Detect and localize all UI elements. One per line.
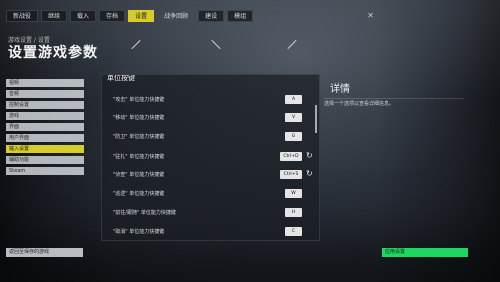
keybind-key-button[interactable]: A — [285, 95, 302, 104]
tab-war-review[interactable]: 战争回顾 — [157, 10, 195, 22]
details-description: 选择一个选项以查看详细信息。 — [324, 101, 395, 107]
keybind-label: "巡逻" 单位能力快捷键 — [113, 191, 165, 197]
keybind-row: "取消" 单位能力快捷键 C — [108, 226, 308, 238]
tab-load[interactable]: 载入 — [70, 10, 97, 22]
scrollbar-thumb[interactable] — [315, 105, 317, 133]
tab-settings[interactable]: 设置 — [128, 10, 155, 22]
section-title: 单位按键 — [107, 74, 135, 82]
keybind-key-button[interactable]: C — [285, 227, 302, 236]
keybind-label: "攻击" 单位能力快捷键 — [113, 97, 165, 103]
keybind-key-button[interactable]: H — [285, 208, 302, 217]
back-button[interactable]: 返回至保存的游戏 — [6, 248, 83, 257]
tab-new-campaign[interactable]: 新战役 — [6, 10, 39, 22]
keybind-label: "驻扎" 单位能力快捷键 — [113, 154, 165, 160]
keybind-row: "防卫" 单位能力快捷键 G — [108, 131, 308, 143]
keybind-key-button[interactable]: V — [285, 113, 302, 122]
details-divider — [324, 98, 464, 99]
keybind-label: "防卫" 单位能力快捷键 — [113, 134, 165, 140]
tab-build[interactable]: 建设 — [198, 10, 225, 22]
keybind-label: "前往/跟随" 单位能力快捷键 — [113, 210, 176, 216]
keybind-row: "攻击" 单位能力快捷键 A — [108, 94, 308, 106]
keybind-key-button[interactable]: W — [285, 189, 302, 198]
sidebar-item-user-interface[interactable]: 用户界面 — [6, 134, 84, 142]
keybind-key-button[interactable]: Ctrl+D — [280, 152, 302, 161]
reset-icon[interactable]: ↻ — [306, 151, 313, 160]
keybind-key-button[interactable]: G — [285, 132, 302, 141]
sidebar-item-steam[interactable]: Steam — [6, 167, 84, 175]
tab-continue[interactable]: 继续 — [41, 10, 68, 22]
keybind-label: "移动" 单位能力快捷键 — [113, 115, 165, 121]
keybind-row: "前往/跟随" 单位能力快捷键 H — [108, 207, 308, 219]
top-navigation: 新战役 继续 载入 存档 设置 战争回顾 建设 模组 — [6, 10, 254, 22]
keybind-row: "移动" 单位能力快捷键 V — [108, 112, 308, 124]
sidebar-item-game[interactable]: 游戏 — [6, 112, 84, 120]
details-title: 详情 — [330, 84, 350, 95]
keybind-label: "取消" 单位能力快捷键 — [113, 229, 165, 235]
tab-save[interactable]: 存档 — [99, 10, 126, 22]
keybind-row: "驻扎" 单位能力快捷键 Ctrl+D ↻ — [108, 151, 313, 163]
apply-settings-button[interactable]: 应用设置 — [382, 248, 468, 257]
keybind-panel: 单位按键 "攻击" 单位能力快捷键 A "移动" 单位能力快捷键 V "防卫" … — [101, 74, 320, 241]
close-icon[interactable]: ✕ — [367, 11, 374, 20]
keybind-key-button[interactable]: Ctrl+S — [280, 170, 302, 179]
keybind-row: "巡逻" 单位能力快捷键 W — [108, 188, 308, 200]
keybind-label: "侦查" 单位能力快捷键 — [113, 172, 165, 178]
settings-sidebar: 视频 音频 控制设置 游戏 界面 用户界面 输入设置 辅助功能 Steam — [6, 79, 84, 175]
details-panel: 详情 选择一个选项以查看详细信息。 — [321, 74, 468, 241]
sidebar-item-accessibility[interactable]: 辅助功能 — [6, 156, 84, 164]
page-title: 设置游戏参数 — [8, 45, 98, 61]
keybind-row: "侦查" 单位能力快捷键 Ctrl+S ↻ — [108, 169, 313, 181]
tab-mods[interactable]: 模组 — [227, 10, 254, 22]
sidebar-item-video[interactable]: 视频 — [6, 79, 84, 87]
reset-icon[interactable]: ↻ — [306, 169, 313, 178]
sidebar-item-controls[interactable]: 控制设置 — [6, 101, 84, 109]
sidebar-item-interface[interactable]: 界面 — [6, 123, 84, 131]
sidebar-item-input[interactable]: 输入设置 — [6, 145, 84, 153]
sidebar-item-audio[interactable]: 音频 — [6, 90, 84, 98]
